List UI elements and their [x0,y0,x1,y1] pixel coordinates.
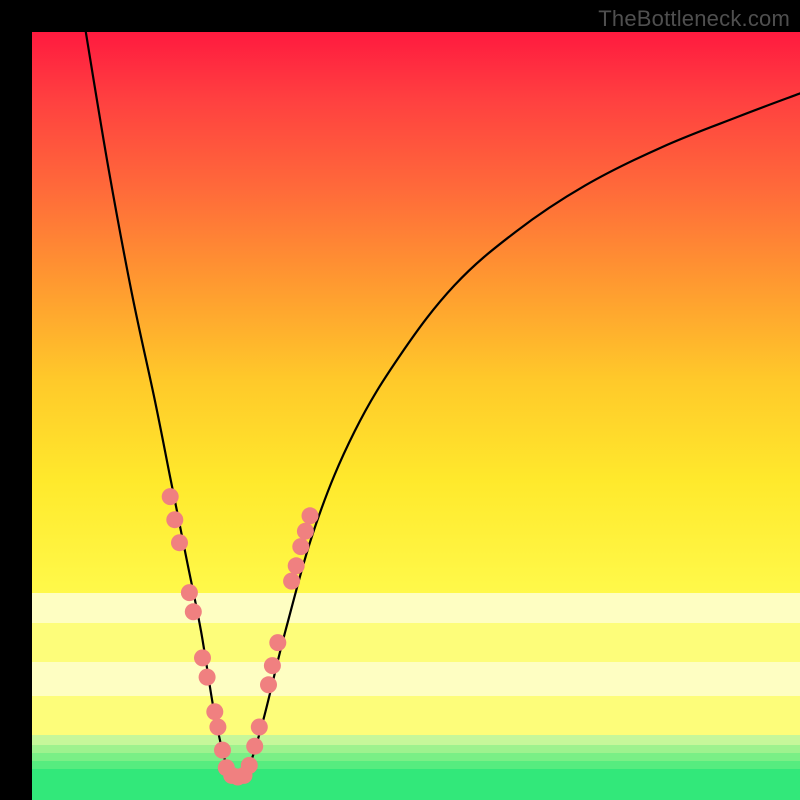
bead-marker [283,573,300,590]
bead-marker [162,488,179,505]
beads-group [162,488,319,785]
bead-marker [264,657,281,674]
bead-marker [292,538,309,555]
bead-marker [166,511,183,528]
bead-marker [241,757,258,774]
bead-marker [185,603,202,620]
bead-marker [206,703,223,720]
bead-marker [302,507,319,524]
bead-marker [246,738,263,755]
bead-marker [171,534,188,551]
bead-marker [260,676,277,693]
bead-marker [269,634,286,651]
bottleneck-curve [86,32,800,781]
bead-marker [297,523,314,540]
bead-marker [251,719,268,736]
chart-frame: { "watermark": "TheBottleneck.com", "col… [0,0,800,800]
plot-area [32,32,800,800]
curve-layer [32,32,800,800]
bead-marker [181,584,198,601]
watermark-text: TheBottleneck.com [598,6,790,32]
bead-marker [199,669,216,686]
bead-marker [194,649,211,666]
bead-marker [209,719,226,736]
bead-marker [288,557,305,574]
bead-marker [214,742,231,759]
